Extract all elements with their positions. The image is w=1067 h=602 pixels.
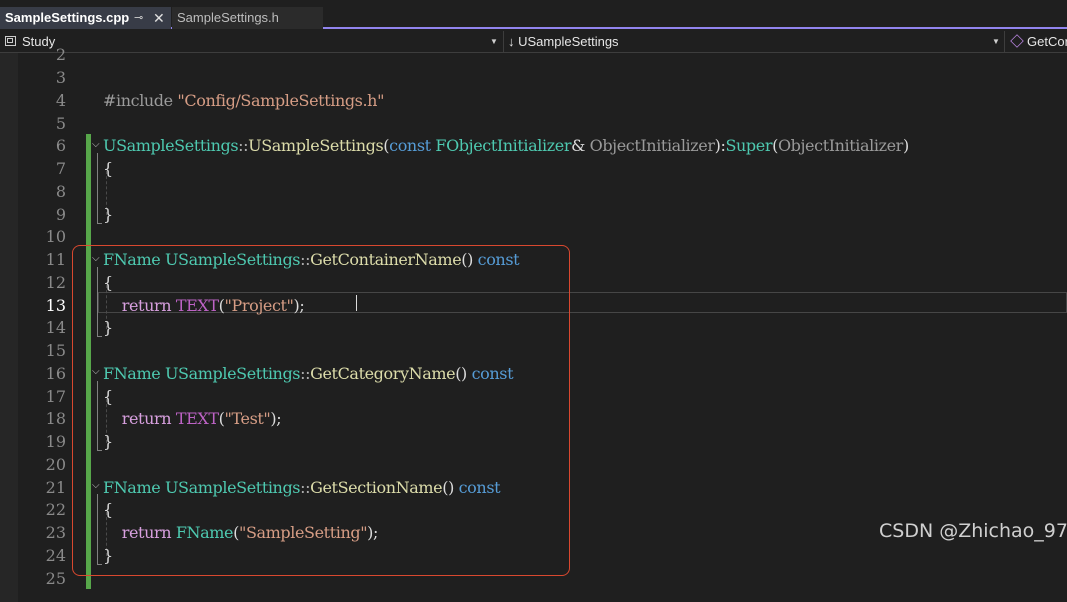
line-number: 12 [45, 272, 66, 292]
member-dropdown[interactable]: GetCor [1005, 31, 1067, 52]
code-token: Super [725, 136, 773, 156]
pin-icon[interactable]: ⊸ [134, 7, 143, 29]
code-token: ObjectInitializer [777, 136, 903, 156]
line-number: 16 [45, 363, 66, 383]
navigation-bar: Study ▼ ↓ USampleSettings ▼ GetCor [0, 31, 1067, 53]
line-number: 19 [45, 432, 66, 451]
line-number: 18 [45, 409, 66, 429]
line-number: 23 [45, 523, 66, 542]
project-icon [5, 36, 16, 46]
tab-label: SampleSettings.cpp [5, 10, 130, 25]
code-line[interactable]: } [103, 204, 113, 227]
line-number: 13 [45, 295, 66, 315]
code-token: ObjectInitializer [589, 136, 715, 156]
code-token: #include [103, 90, 178, 110]
code-token: USampleSettings [103, 136, 239, 156]
line-number: 20 [45, 454, 66, 474]
code-line[interactable]: { [103, 158, 113, 181]
line-number: 6 [55, 136, 66, 156]
line-number: 9 [55, 204, 66, 224]
annotation-highlight-box [72, 245, 570, 576]
scope-label: ↓ USampleSettings [508, 34, 619, 49]
line-number: 14 [45, 318, 66, 338]
dropdown-arrow-icon: ▼ [490, 37, 498, 46]
code-token: ) [902, 136, 909, 156]
code-token: FObjectInitializer [435, 136, 572, 156]
fold-region-end [97, 223, 102, 224]
code-token: "Config/SampleSettings.h" [177, 90, 385, 110]
line-number: 5 [55, 113, 66, 133]
line-number: 3 [55, 68, 66, 87]
line-number: 15 [45, 341, 66, 360]
watermark: CSDN @Zhichao_97 [879, 520, 1067, 542]
method-icon [1010, 34, 1024, 48]
code-token: { [103, 159, 113, 178]
scope-dropdown[interactable]: ↓ USampleSettings ▼ [504, 31, 1005, 52]
tab-samplesettings-h[interactable]: SampleSettings.h [172, 7, 323, 29]
line-number: 8 [55, 181, 66, 201]
member-label: GetCor [1027, 34, 1067, 49]
line-number: 17 [45, 386, 66, 406]
line-number: 4 [55, 90, 66, 110]
line-number: 24 [45, 545, 66, 565]
tab-label: SampleSettings.h [177, 10, 279, 25]
code-line[interactable]: USampleSettings::USampleSettings(const F… [103, 135, 909, 158]
indicator-margin [0, 53, 18, 602]
line-number: 2 [55, 45, 66, 65]
code-token: USampleSettings [248, 136, 384, 156]
line-number: 7 [55, 159, 66, 178]
code-token: } [103, 204, 113, 224]
line-number: 25 [45, 568, 66, 588]
code-token: :: [238, 136, 249, 156]
project-dropdown[interactable]: Study ▼ [0, 31, 504, 52]
dropdown-arrow-icon: ▼ [992, 37, 1000, 46]
document-tab-bar: SampleSettings.cpp ⊸ ✕ SampleSettings.h [0, 0, 1067, 29]
close-icon[interactable]: ✕ [153, 7, 165, 29]
tab-samplesettings-cpp[interactable]: SampleSettings.cpp ⊸ ✕ [0, 7, 171, 29]
line-number: 10 [45, 227, 66, 247]
fold-region-line [97, 153, 99, 223]
line-number: 21 [45, 477, 66, 497]
code-token: & [571, 136, 590, 156]
code-line[interactable]: #include "Config/SampleSettings.h" [103, 90, 384, 113]
code-token: ): [714, 136, 726, 156]
code-token: const [389, 136, 436, 156]
line-number: 22 [45, 500, 66, 520]
line-number: 11 [45, 250, 66, 269]
